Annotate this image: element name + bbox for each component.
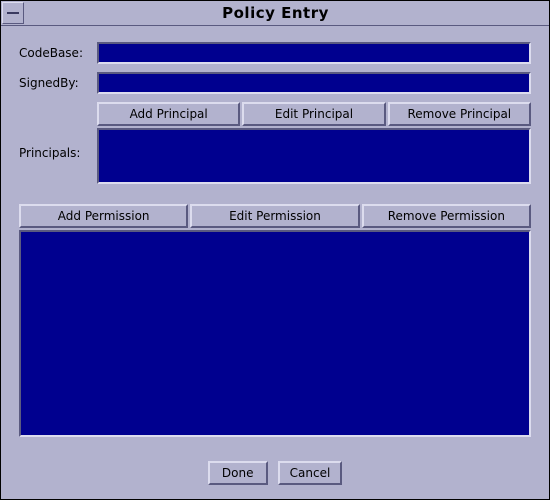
policy-entry-window: Policy Entry CodeBase: SignedBy: Add Pri… [0, 0, 550, 500]
principals-row: Principals: [19, 128, 531, 184]
permissions-list[interactable] [19, 230, 531, 437]
signedby-row: SignedBy: [19, 72, 531, 94]
edit-permission-button[interactable]: Edit Permission [190, 204, 359, 228]
window-title: Policy Entry [24, 4, 549, 22]
remove-permission-button[interactable]: Remove Permission [362, 204, 531, 228]
remove-principal-button[interactable]: Remove Principal [388, 102, 531, 126]
minimize-icon [7, 12, 19, 14]
codebase-field[interactable] [97, 42, 531, 64]
cancel-button[interactable]: Cancel [278, 461, 343, 485]
signedby-label: SignedBy: [19, 76, 97, 90]
principal-button-row: Add Principal Edit Principal Remove Prin… [97, 102, 531, 126]
dialog-button-row: Done Cancel [19, 461, 531, 485]
add-permission-button[interactable]: Add Permission [19, 204, 188, 228]
principals-list[interactable] [97, 128, 531, 184]
add-principal-button[interactable]: Add Principal [97, 102, 240, 126]
codebase-row: CodeBase: [19, 42, 531, 64]
system-menu-button[interactable] [2, 2, 24, 24]
edit-principal-button[interactable]: Edit Principal [242, 102, 385, 126]
titlebar: Policy Entry [1, 1, 549, 26]
done-button[interactable]: Done [208, 461, 268, 485]
permission-button-row: Add Permission Edit Permission Remove Pe… [19, 204, 531, 228]
content-area: CodeBase: SignedBy: Add Principal Edit P… [1, 26, 549, 499]
signedby-field[interactable] [97, 72, 531, 94]
codebase-label: CodeBase: [19, 46, 97, 60]
principals-label: Principals: [19, 128, 97, 160]
